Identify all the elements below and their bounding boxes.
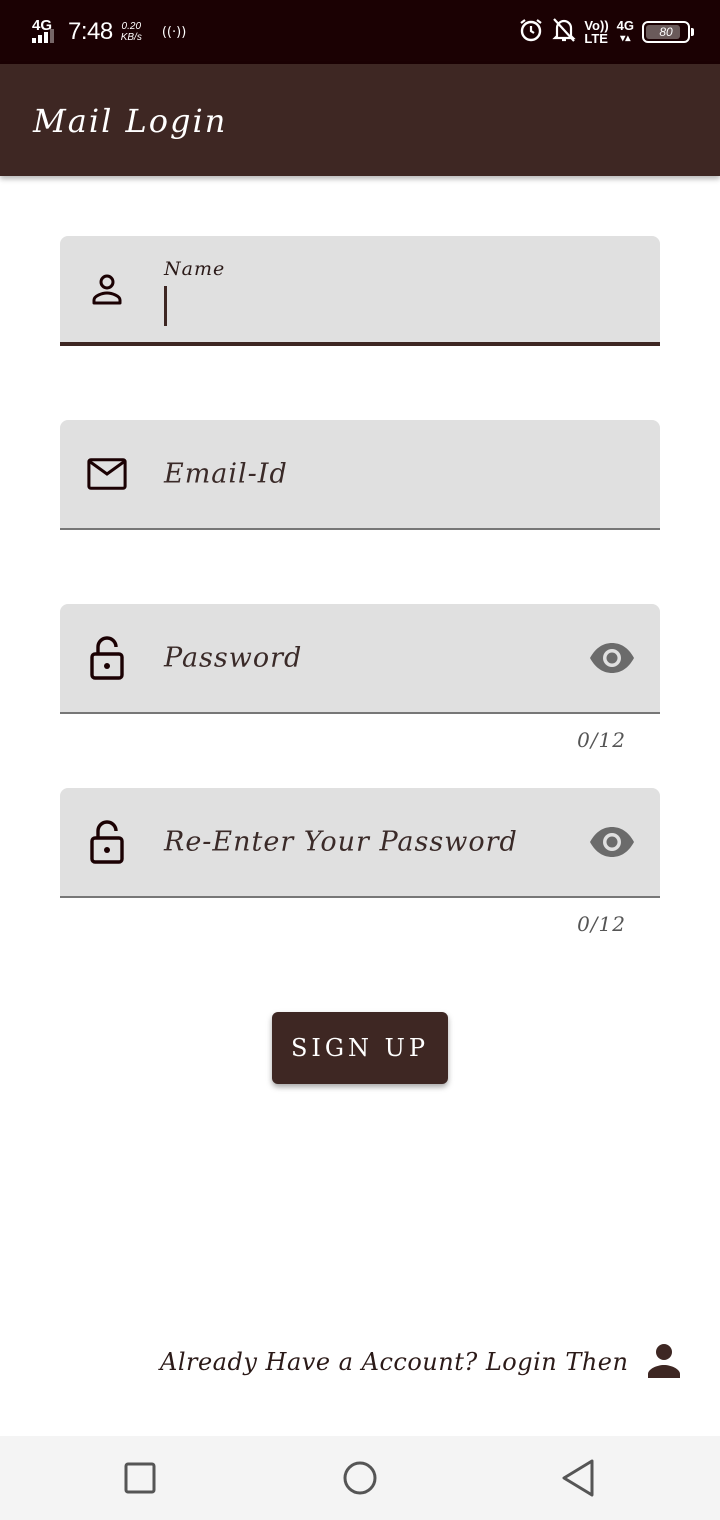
password-char-counter: 0/12 bbox=[577, 728, 626, 752]
page-title: Mail Login bbox=[33, 102, 228, 140]
battery-icon: 80 bbox=[642, 21, 694, 43]
password-placeholder: Password bbox=[164, 642, 303, 674]
login-prompt-text[interactable]: Already Have a Account? Login Then bbox=[160, 1348, 628, 1376]
visibility-toggle-eye-icon[interactable] bbox=[588, 640, 636, 676]
system-navigation-bar bbox=[0, 1436, 720, 1520]
reenter-password-field[interactable]: Re-Enter Your Password bbox=[60, 788, 660, 898]
name-label: Name bbox=[164, 258, 226, 280]
status-bar: 4G 7:48 0.20 KB/s ((·)) Vo)) LTE 4G ▾▴ 8… bbox=[0, 0, 720, 64]
network-speed: 0.20 KB/s bbox=[121, 21, 142, 43]
data-indicator: 4G ▾▴ bbox=[616, 18, 634, 44]
lock-open-icon bbox=[87, 636, 127, 680]
name-field[interactable]: Name bbox=[60, 236, 660, 346]
recent-apps-square-icon[interactable] bbox=[120, 1458, 160, 1498]
person-icon[interactable] bbox=[646, 1342, 682, 1382]
signal-icon: 4G bbox=[30, 17, 60, 47]
email-field[interactable]: Email-Id bbox=[60, 420, 660, 530]
password-field[interactable]: Password bbox=[60, 604, 660, 714]
visibility-toggle-eye-icon[interactable] bbox=[588, 824, 636, 860]
back-triangle-icon[interactable] bbox=[558, 1458, 598, 1498]
reenter-password-placeholder: Re-Enter Your Password bbox=[164, 826, 518, 858]
sign-up-button[interactable]: SIGN UP bbox=[272, 1012, 448, 1084]
hotspot-icon: ((·)) bbox=[161, 24, 187, 40]
speed-value: 0.20 bbox=[121, 21, 142, 32]
mail-icon bbox=[87, 454, 127, 494]
clock: 7:48 bbox=[68, 18, 113, 45]
battery-level: 80 bbox=[659, 25, 673, 39]
text-cursor bbox=[164, 286, 167, 326]
person-outline-icon bbox=[87, 269, 127, 309]
volte-bottom: LTE bbox=[584, 31, 608, 46]
app-bar: Mail Login bbox=[0, 64, 720, 176]
alarm-icon bbox=[518, 17, 544, 47]
reenter-password-char-counter: 0/12 bbox=[577, 912, 626, 936]
login-link[interactable]: Already Have a Account? Login Then bbox=[160, 1340, 682, 1384]
volte-indicator: Vo)) LTE bbox=[584, 19, 608, 45]
speed-unit: KB/s bbox=[120, 32, 142, 43]
home-circle-icon[interactable] bbox=[340, 1458, 380, 1498]
notifications-off-icon bbox=[552, 17, 576, 47]
email-placeholder: Email-Id bbox=[164, 458, 288, 490]
data-type: 4G bbox=[616, 18, 634, 33]
lock-open-icon bbox=[87, 820, 127, 864]
